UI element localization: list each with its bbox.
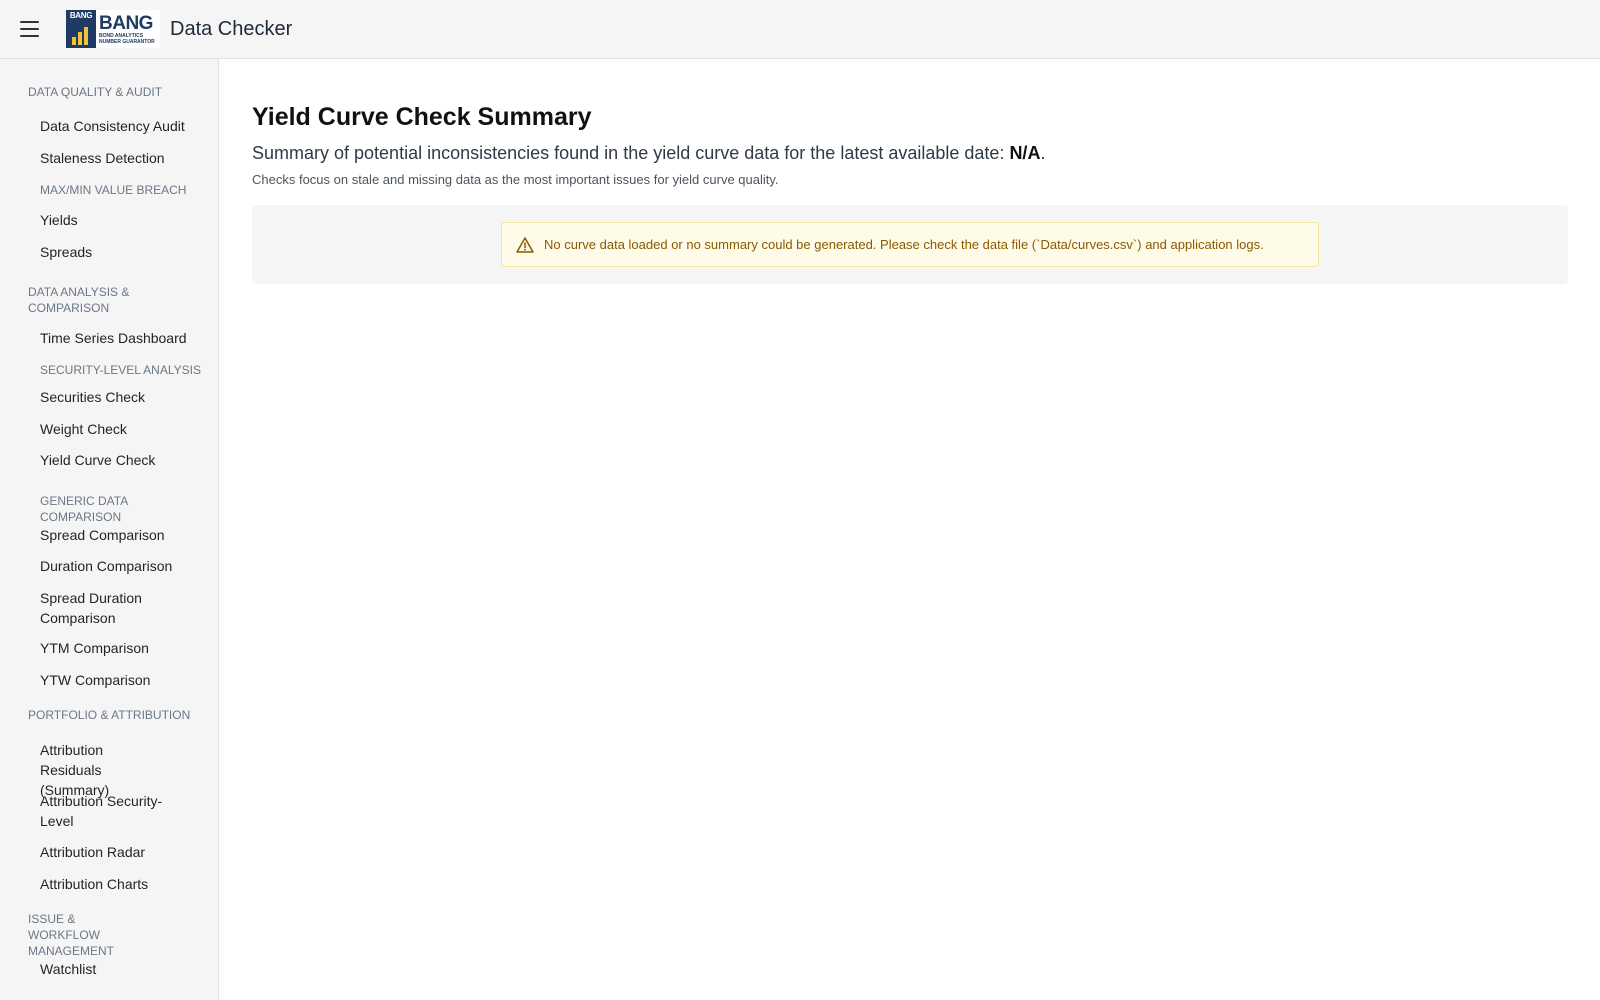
app-title: Data Checker — [170, 17, 293, 40]
sidebar-item-data-consistency-audit[interactable]: Data Consistency Audit — [0, 116, 201, 136]
sidebar-item-yield-curve-check[interactable]: Yield Curve Check — [0, 450, 171, 470]
sidebar-item-watchlist[interactable]: Watchlist — [0, 959, 112, 979]
summary-panel: No curve data loaded or no summary could… — [252, 205, 1568, 284]
summary-period: . — [1040, 143, 1046, 163]
sidebar-item-ytm-comparison[interactable]: YTM Comparison — [0, 638, 165, 658]
sidebar-subheading-max-min: MAX/MIN VALUE BREACH — [40, 183, 187, 197]
app-logo[interactable]: BANG BANG BOND ANALYTICS NUMBER GUARANTO… — [66, 10, 160, 48]
sidebar-item-spread-duration-comparison[interactable]: Spread Duration Comparison — [0, 588, 170, 628]
alert-message: No curve data loaded or no summary could… — [544, 237, 1264, 252]
sidebar-heading-data-quality: DATA QUALITY & AUDIT — [28, 85, 163, 99]
sidebar-item-duration-comparison[interactable]: Duration Comparison — [0, 556, 188, 576]
logo-tagline-2: NUMBER GUARANTOR — [99, 38, 155, 45]
sidebar-heading-data-analysis: DATA ANALYSIS & COMPARISON — [28, 285, 130, 315]
sidebar-item-securities-check[interactable]: Securities Check — [0, 387, 161, 407]
page-title: Yield Curve Check Summary — [252, 103, 592, 131]
logo-badge-text: BANG — [69, 11, 93, 20]
sidebar-item-weight-check[interactable]: Weight Check — [0, 419, 143, 439]
main-content: Yield Curve Check Summary Summary of pot… — [252, 101, 1568, 284]
sidebar-item-ytw-comparison[interactable]: YTW Comparison — [0, 670, 166, 690]
sidebar-item-spread-comparison[interactable]: Spread Comparison — [0, 525, 181, 545]
sidebar-item-attribution-radar[interactable]: Attribution Radar — [0, 842, 161, 862]
logo-name: BANG — [99, 12, 153, 34]
sidebar: DATA QUALITY & AUDIT Data Consistency Au… — [0, 59, 219, 1000]
checks-note: Checks focus on stale and missing data a… — [252, 172, 779, 187]
menu-icon[interactable] — [20, 17, 44, 41]
warning-alert: No curve data loaded or no summary could… — [501, 222, 1319, 267]
warning-icon — [516, 236, 534, 253]
sidebar-heading-issue-workflow: ISSUE & WORKFLOW MANAGEMENT — [28, 912, 115, 958]
sidebar-item-spreads[interactable]: Spreads — [0, 242, 108, 262]
sidebar-item-yields[interactable]: Yields — [0, 210, 94, 230]
logo-badge: BANG — [66, 10, 96, 48]
summary-text: Summary of potential inconsistencies fou… — [252, 143, 1010, 163]
sidebar-item-attribution-security-level[interactable]: Attribution Security-Level — [0, 791, 180, 831]
sidebar-item-attribution-charts[interactable]: Attribution Charts — [0, 874, 164, 894]
sidebar-item-staleness-detection[interactable]: Staleness Detection — [0, 148, 181, 168]
summary-description: Summary of potential inconsistencies fou… — [252, 141, 1568, 165]
sidebar-item-time-series-dashboard[interactable]: Time Series Dashboard — [0, 328, 203, 348]
sidebar-heading-portfolio: PORTFOLIO & ATTRIBUTION — [28, 708, 191, 722]
sidebar-subheading-security-level: SECURITY-LEVEL ANALYSIS — [40, 363, 201, 377]
sidebar-subheading-generic-comparison: GENERIC DATA COMPARISON — [40, 494, 128, 524]
top-bar: BANG BANG BOND ANALYTICS NUMBER GUARANTO… — [0, 0, 1600, 59]
latest-date: N/A — [1009, 143, 1041, 163]
